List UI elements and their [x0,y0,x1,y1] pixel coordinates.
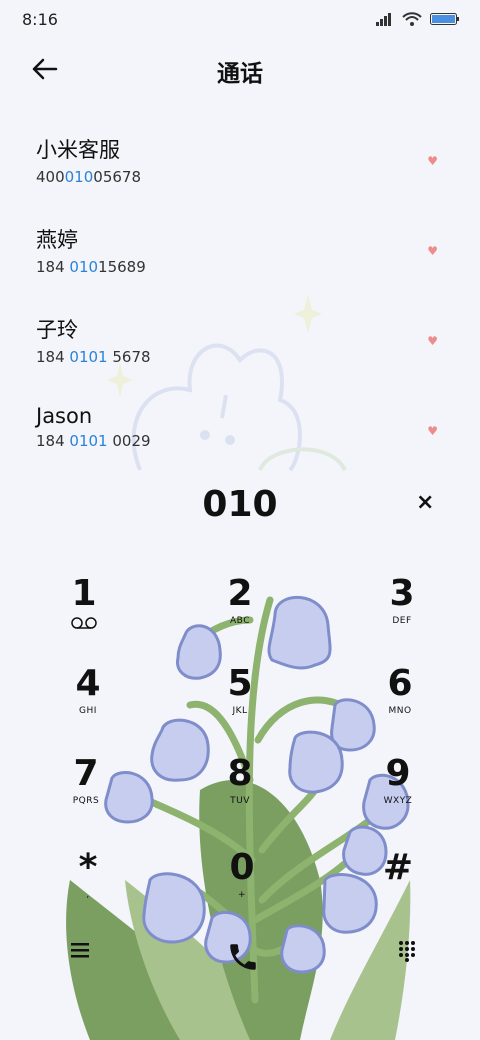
contact-name: 小米客服 [36,138,120,162]
heart-icon[interactable]: ♥ [427,244,438,258]
key-8[interactable]: 8 TUV [190,754,290,844]
heart-icon[interactable]: ♥ [427,334,438,348]
close-icon[interactable]: × [416,490,434,515]
voicemail-icon [71,617,97,629]
contact-row[interactable]: Jason 184 0101 0029 ♥ [36,404,446,484]
status-icons [376,12,460,26]
dialed-number: 010 [202,484,278,525]
key-7[interactable]: 7 PQRS [36,754,136,844]
contact-name: 子玲 [36,318,78,342]
contact-row[interactable]: 燕婷 184 01015689 ♥ [36,224,446,304]
contact-row[interactable]: 子玲 184 0101 5678 ♥ [36,314,446,394]
contact-row[interactable]: 小米客服 40001005678 ♥ [36,134,446,214]
key-5[interactable]: 5 JKL [190,664,290,754]
contact-number: 184 01015689 [36,258,146,276]
heart-icon[interactable]: ♥ [427,154,438,168]
phone-call-icon[interactable] [226,940,260,974]
heart-icon[interactable]: ♥ [427,424,438,438]
key-4[interactable]: 4 GHI [38,664,138,754]
battery-icon [430,13,459,25]
wifi-icon [402,12,422,26]
key-1[interactable]: 1 [34,574,134,664]
signal-icon [376,13,391,26]
contact-number: 40001005678 [36,168,141,186]
menu-icon[interactable] [70,940,90,960]
key-6[interactable]: 6 MNO [350,664,450,754]
key-3[interactable]: 3 DEF [352,574,452,664]
page-title: 通话 [217,61,263,87]
contact-number: 184 0101 0029 [36,432,151,450]
status-time: 8:16 [22,10,58,29]
key-2[interactable]: 2 ABC [190,574,290,664]
keypad-icon[interactable] [398,940,416,962]
contact-number: 184 0101 5678 [36,348,151,366]
contact-name: 燕婷 [36,228,78,252]
key-0[interactable]: 0 + [192,848,292,938]
key-hash[interactable]: # [348,848,448,938]
key-9[interactable]: 9 WXYZ [348,754,448,844]
contact-name: Jason [36,404,93,428]
key-star[interactable]: * , [38,848,138,938]
